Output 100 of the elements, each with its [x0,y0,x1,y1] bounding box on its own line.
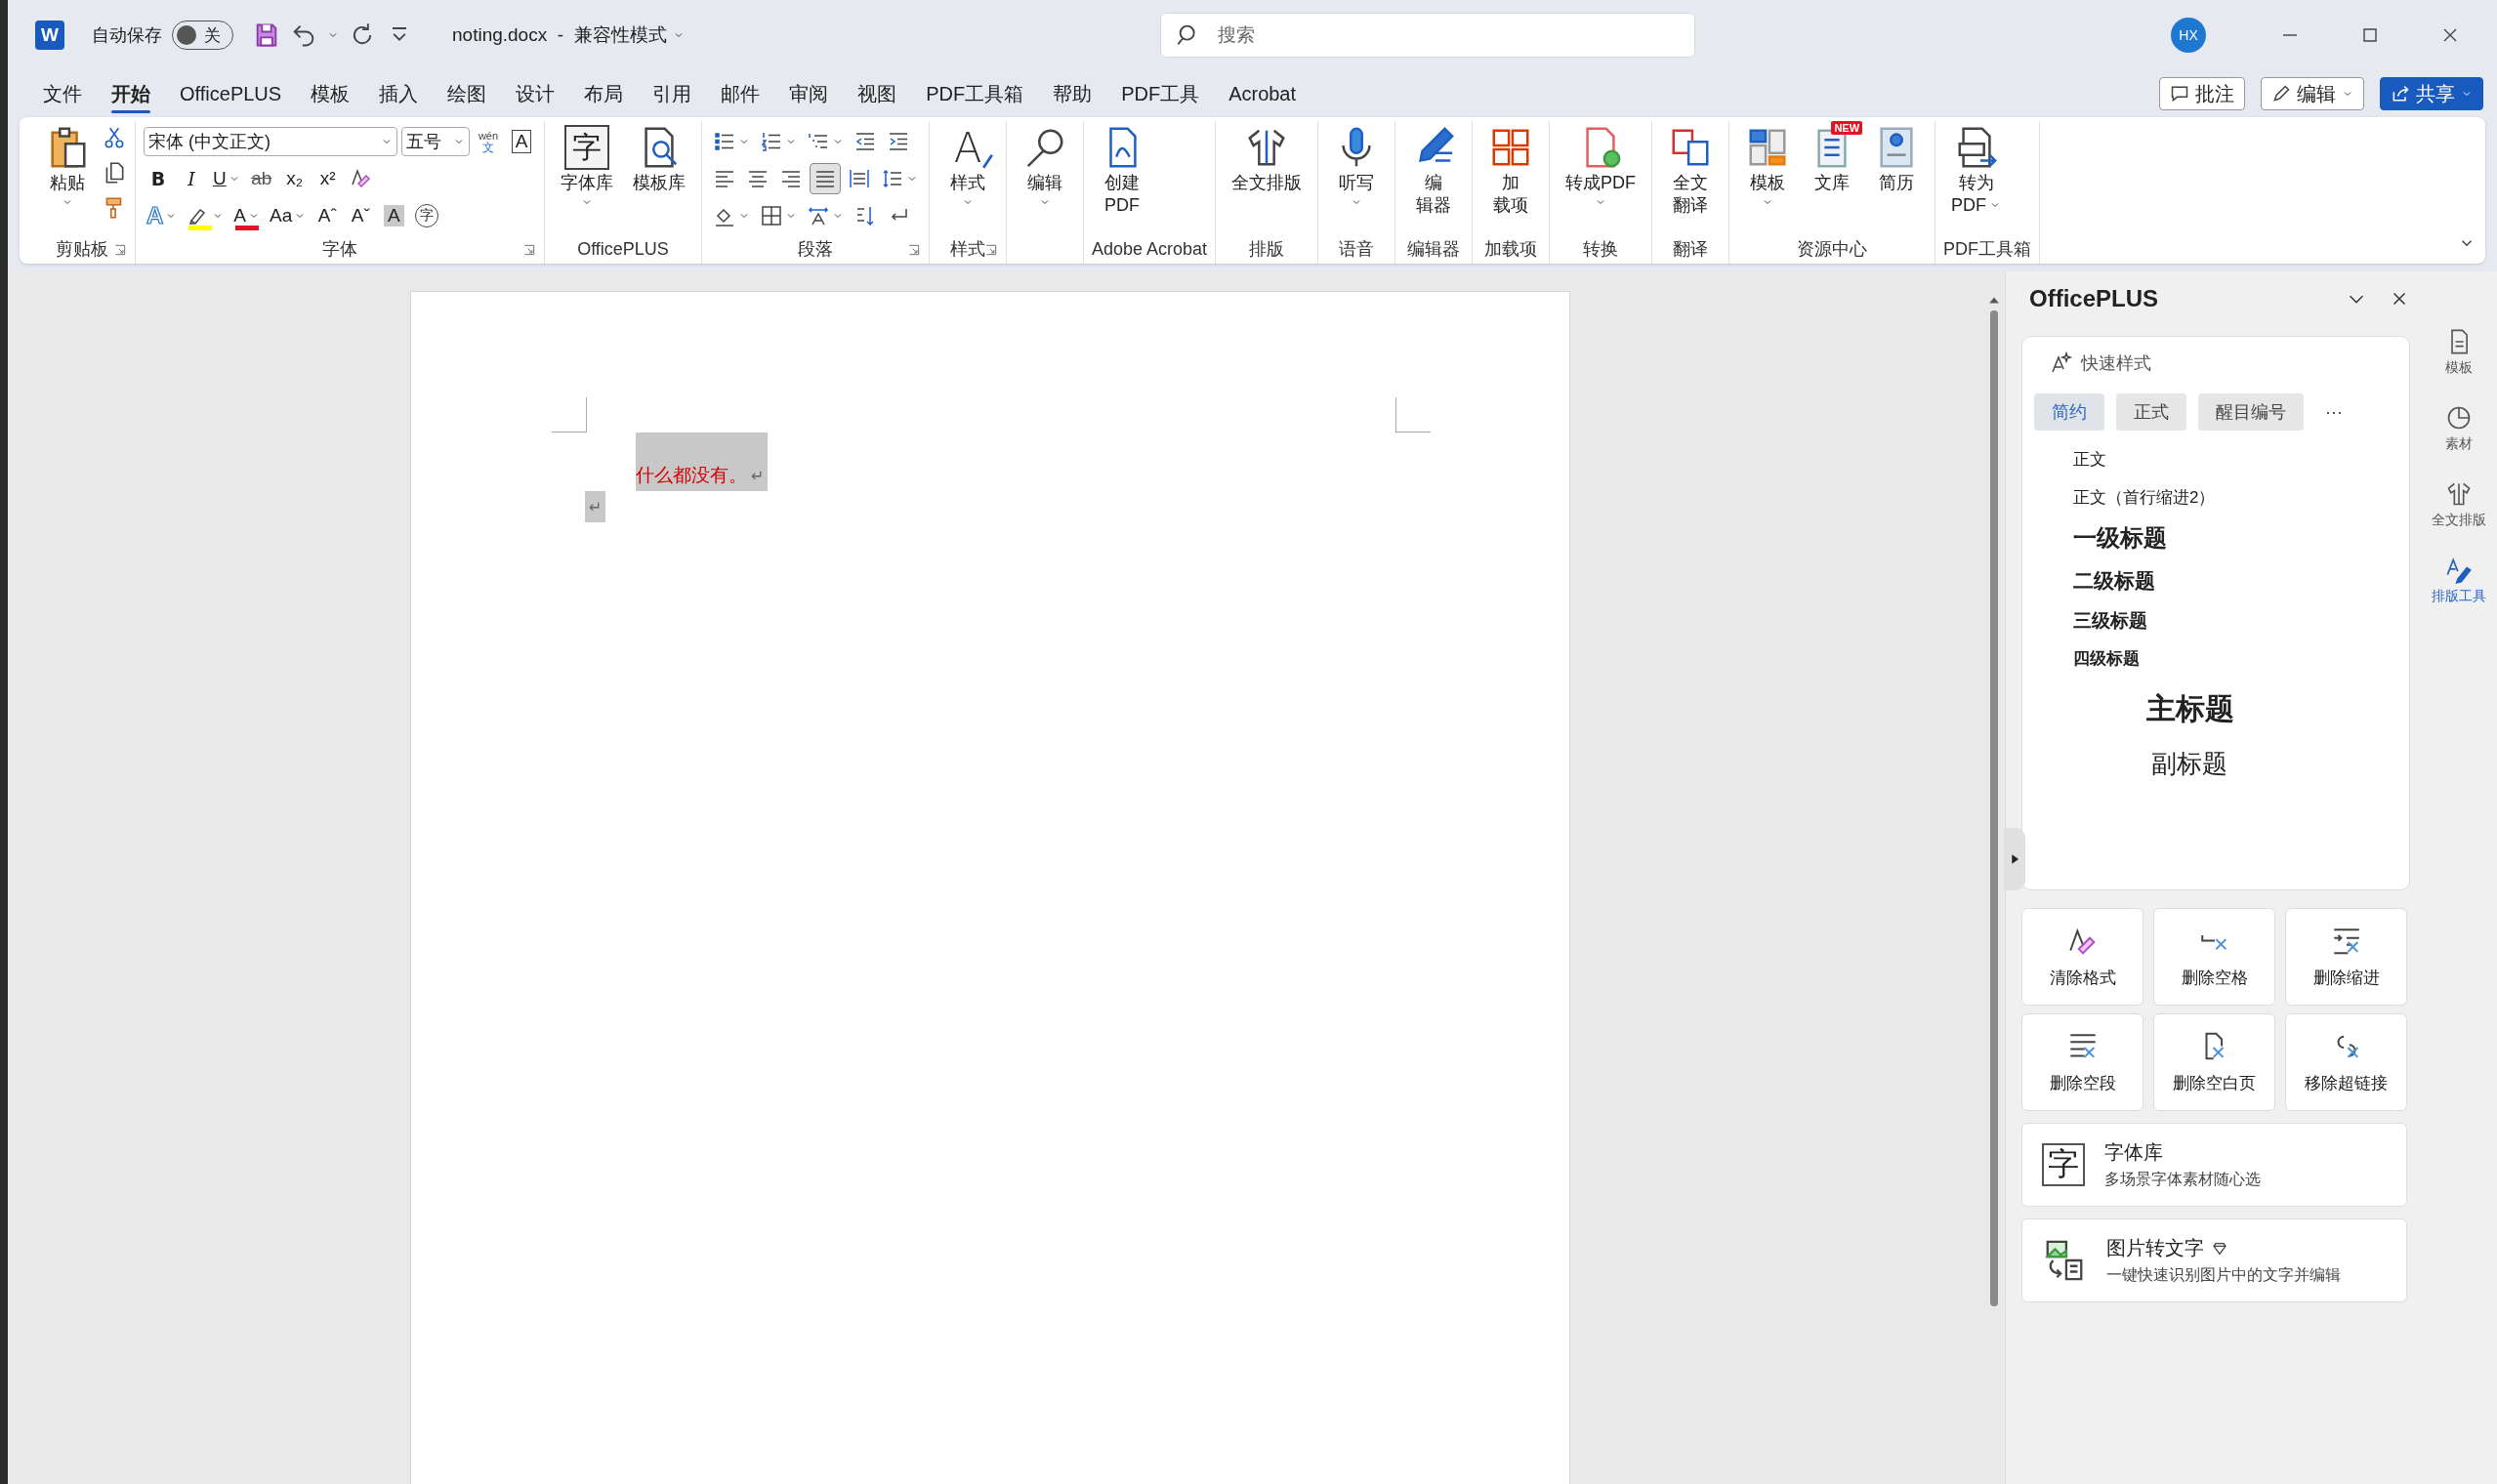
tool-tile[interactable]: 删除空段 [2021,1013,2143,1111]
dialog-launcher-icon[interactable] [984,243,998,257]
menu-tab[interactable]: 布局 [572,74,636,113]
rail-item[interactable]: 模板 [2444,328,2473,377]
menu-tab[interactable]: PDF工具箱 [914,74,1036,113]
strike-button[interactable]: ab [246,163,276,194]
group-label: 排版 [1249,238,1285,261]
style-item[interactable]: 主标题 [2034,689,2234,729]
dictate-button[interactable]: 听写 [1326,121,1388,212]
style-set-tab[interactable]: 正式 [2116,393,2186,431]
avatar[interactable]: HX [2171,18,2206,53]
group-label: 语音 [1339,238,1375,261]
pencil-icon [2271,84,2291,103]
card-title: 图片转文字 [2106,1236,2204,1260]
numbered-list-icon [760,130,783,153]
menu-tab[interactable]: 文件 [31,74,94,113]
menu-tab[interactable]: 视图 [846,74,909,113]
menu-tab[interactable]: 模板 [299,74,362,113]
group-label: 翻译 [1673,238,1709,261]
tool-tile[interactable]: 移除超链接 [2285,1013,2407,1111]
menu-tab[interactable]: 帮助 [1041,74,1104,113]
style-item[interactable]: 三级标题 [2034,608,2147,634]
group-label: 字体 [322,238,357,261]
styles-button[interactable]: A 样式 [937,121,998,212]
menu-tab[interactable]: 审阅 [777,74,841,113]
decrease-indent-icon [853,130,877,153]
menu-tab[interactable]: OfficePLUS [168,76,294,111]
grow-button[interactable]: Aˆ [312,200,343,231]
more-button[interactable]: ··· [2315,401,2352,423]
style-item[interactable]: 一级标题 [2034,522,2167,554]
subscript-button[interactable]: x₂ [279,163,310,194]
panel-expand-handle[interactable] [2004,828,2025,890]
templates-button[interactable]: 模板 [1737,121,1799,212]
feature-card[interactable]: 字 字体库 多场景字体素材随心选 [2021,1123,2407,1207]
layout-button[interactable]: 全文排版 [1224,121,1311,198]
group-label: 编辑器 [1407,238,1461,261]
group-label: 段落 [798,238,833,261]
font-color-button[interactable]: A [230,200,264,231]
menu-tab[interactable]: 邮件 [709,74,772,113]
phonetic-button[interactable]: wén 文 [474,126,503,157]
justify-button[interactable] [810,163,841,194]
style-item[interactable]: 二级标题 [2034,567,2155,595]
pen-letter-icon [2444,556,2473,584]
addins-button[interactable]: 加 载项 [1480,121,1542,220]
font-size-dropdown[interactable]: 五号 [401,127,470,156]
bold-button[interactable]: B [144,163,173,194]
edit-button[interactable]: 编辑 [2261,77,2364,110]
font-name-dropdown[interactable]: 宋体 (中文正文) [144,127,397,156]
style-set-tab[interactable]: 醒目编号 [2198,393,2304,431]
share-button[interactable]: 共享 [2380,77,2483,110]
menu-tab[interactable]: PDF工具 [1109,74,1212,113]
menu-tab[interactable]: 设计 [504,74,567,113]
menu-tab[interactable]: 绘图 [436,74,499,113]
resume-button[interactable]: 简历 [1866,121,1928,198]
text-effect-button[interactable]: A [144,200,181,231]
shrink-button[interactable]: Aˇ [346,200,376,231]
group-label: 样式 [950,238,985,261]
group-label: OfficePLUS [577,238,669,260]
char-shading-button[interactable]: A [379,200,409,231]
search-field[interactable]: 搜索 [1159,13,1695,58]
paragraph-text: ↵ [585,491,606,522]
card-subtitle: 一键快速识别图片中的文字并编辑 [2106,1265,2341,1285]
change-case-button[interactable]: Aa [267,200,310,231]
dialog-launcher-icon[interactable] [113,243,127,257]
library-button[interactable]: NEW 文库 [1802,121,1863,198]
comment-icon [2170,84,2189,103]
style-set-tab[interactable]: 简约 [2034,393,2104,431]
group-label: 资源中心 [1797,238,1868,261]
app-logo[interactable]: W [35,21,64,50]
paste-button[interactable]: 粘贴 [37,121,98,212]
menu-tab[interactable]: Acrobat [1217,76,1309,111]
underline-button[interactable]: U [210,163,243,194]
italic-button[interactable]: I [177,163,206,194]
tool-tile[interactable]: 删除空格 [2153,908,2275,1006]
menu-tab[interactable]: 开始 [100,74,162,113]
style-item[interactable]: 四级标题 [2034,647,2140,670]
tool-tile[interactable]: 删除缩进 [2285,908,2407,1006]
scroll-up-icon[interactable] [1988,295,2000,305]
style-item[interactable]: 正文 [2034,448,2106,471]
menu-tab[interactable]: 插入 [367,74,431,113]
comment-button[interactable]: 批注 [2159,77,2245,110]
editor-button[interactable]: 编 辑器 [1403,121,1465,220]
menu-tab[interactable]: 引用 [641,74,704,113]
dialog-launcher-icon[interactable] [907,243,921,257]
document-title[interactable]: noting.docx - 兼容性模式 [452,22,685,48]
rail-item[interactable]: 全文排版 [2431,480,2486,529]
style-item[interactable]: 副标题 [2034,747,2227,781]
superscript-button[interactable]: x² [312,163,343,194]
tool-tile[interactable]: 清除格式 [2021,908,2143,1006]
card-title: 字体库 [2104,1140,2163,1165]
style-item[interactable]: 正文（首行缩进2） [2034,486,2216,509]
rail-item[interactable]: 排版工具 [2431,556,2486,605]
rail-item[interactable]: 素材 [2444,404,2473,453]
dialog-launcher-icon[interactable] [522,243,536,257]
group-label: PDF工具箱 [1943,238,2032,261]
translate-button[interactable]: 全文 翻译 [1660,121,1722,220]
find-button[interactable]: 编辑 [1015,121,1075,212]
scrollbar-thumb[interactable] [1990,310,1998,1306]
feature-card[interactable]: 图片转文字 一键快速识别图片中的文字并编辑 [2021,1218,2407,1302]
tool-tile[interactable]: 删除空白页 [2153,1013,2275,1111]
